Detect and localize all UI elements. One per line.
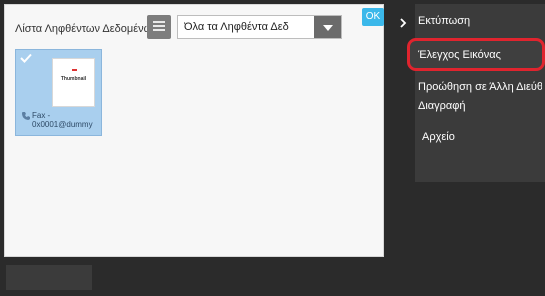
list-view-button[interactable]: [147, 15, 171, 39]
received-item-card[interactable]: Thumbnail Fax - 0x0001@dummy: [15, 49, 102, 136]
document-thumbnail: Thumbnail: [52, 58, 95, 107]
fax-icon: [22, 112, 30, 120]
bottom-bar-button[interactable]: [6, 265, 92, 290]
menu-item-file[interactable]: Αρχείο: [422, 131, 545, 143]
fax-sender-label: Fax - 0x0001@dummy: [32, 111, 93, 129]
chevron-down-icon[interactable]: [314, 16, 341, 38]
action-menu-panel: [415, 4, 545, 182]
thumbnail-text: Thumbnail: [60, 76, 87, 82]
filter-dropdown[interactable]: Όλα τα Ληφθέντα Δεδ: [177, 15, 342, 39]
ok-button[interactable]: OK: [362, 8, 384, 26]
menu-item-print[interactable]: Εκτύπωση: [418, 15, 542, 27]
screen: Λίστα Ληφθέντων Δεδομένων Όλα τα Ληφθέντ…: [0, 0, 545, 296]
menu-item-delete[interactable]: Διαγραφή: [418, 100, 542, 112]
menu-item-check-image[interactable]: Έλεγχος Εικόνας: [418, 49, 542, 61]
received-data-panel: Λίστα Ληφθέντων Δεδομένων Όλα τα Ληφθέντ…: [4, 4, 384, 257]
menu-item-forward[interactable]: Προώθηση σε Άλλη Διεύθ: [418, 81, 542, 93]
list-icon: [153, 21, 165, 33]
list-title: Λίστα Ληφθέντων Δεδομένων: [15, 23, 158, 35]
chevron-right-icon: [400, 18, 407, 28]
check-icon: [20, 53, 32, 63]
filter-dropdown-value: Όλα τα Ληφθέντα Δεδ: [184, 21, 289, 33]
